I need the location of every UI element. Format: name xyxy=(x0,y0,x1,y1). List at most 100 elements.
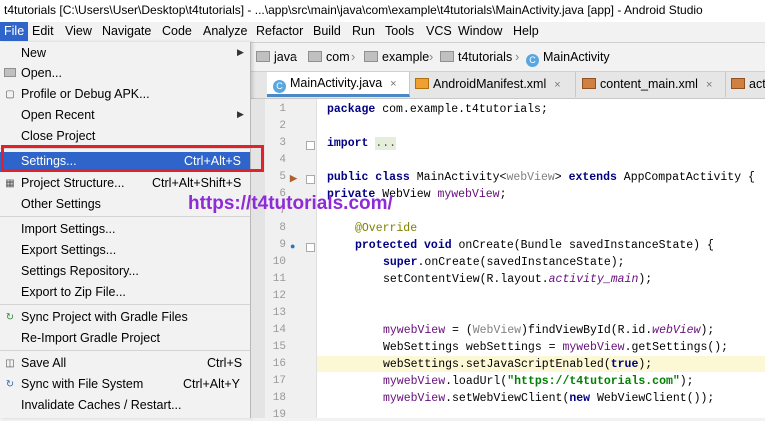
menu-item-export-zip[interactable]: Export to Zip File... xyxy=(0,283,250,303)
menu-item-sync-gradle[interactable]: ↻ Sync Project with Gradle Files xyxy=(0,308,250,328)
menu-item-project-structure[interactable]: ▦ Project Structure... Ctrl+Alt+Shift+S xyxy=(0,174,250,194)
tab-label: activ xyxy=(749,77,765,91)
menu-item-label: Sync Project with Gradle Files xyxy=(21,310,188,324)
folder-icon xyxy=(440,51,454,62)
line-number: 17 xyxy=(272,375,286,387)
menu-item-open-recent[interactable]: Open Recent ▶ xyxy=(0,106,250,126)
fold-toggle[interactable] xyxy=(306,243,315,252)
menu-item-label: Settings... xyxy=(21,154,77,168)
menu-item-import-settings[interactable]: Import Settings... xyxy=(0,220,250,240)
menu-item-new[interactable]: New ▶ xyxy=(0,44,250,64)
code-line: public class MainActivity<webView> exten… xyxy=(327,171,755,184)
submenu-arrow-icon: ▶ xyxy=(237,47,244,57)
menu-item-export-settings[interactable]: Export Settings... xyxy=(0,241,250,261)
menu-edit[interactable]: Edit xyxy=(32,24,54,38)
menu-item-invalidate-caches[interactable]: Invalidate Caches / Restart... xyxy=(0,396,250,416)
code-line: import ... xyxy=(327,137,397,150)
layout-file-icon xyxy=(582,78,596,89)
menu-separator xyxy=(0,304,250,305)
crumb-t4tutorials[interactable]: t4tutorials xyxy=(440,50,512,64)
menu-refactor[interactable]: Refactor xyxy=(256,24,303,38)
shortcut-label: Ctrl+Alt+S xyxy=(184,154,241,168)
line-number: 1 xyxy=(279,103,286,115)
layout-file-icon xyxy=(731,78,745,89)
menu-item-label: Re-Import Gradle Project xyxy=(21,331,160,345)
close-icon[interactable]: × xyxy=(390,78,396,90)
crumb-example[interactable]: example xyxy=(364,50,429,64)
chevron-right-icon: › xyxy=(351,49,356,64)
run-gutter-icon[interactable]: ▶ xyxy=(290,173,297,184)
crumb-com[interactable]: com xyxy=(308,50,350,64)
menu-vcs[interactable]: VCS xyxy=(426,24,452,38)
tab-mainactivity[interactable]: C MainActivity.java × xyxy=(267,72,410,97)
menu-item-label: Profile or Debug APK... xyxy=(21,87,150,101)
tab-activity[interactable]: activ xyxy=(725,72,765,97)
menu-item-settings[interactable]: Settings... Ctrl+Alt+S xyxy=(0,152,250,172)
menu-file[interactable]: File xyxy=(0,22,29,41)
menu-item-reimport-gradle[interactable]: Re-Import Gradle Project xyxy=(0,329,250,349)
line-number: 19 xyxy=(272,409,286,421)
menu-item-label: Import Settings... xyxy=(21,222,116,236)
line-number: 11 xyxy=(272,273,286,285)
crumb-java[interactable]: java xyxy=(256,50,297,64)
shortcut-label: Ctrl+Alt+Shift+S xyxy=(152,176,242,190)
sync-icon: ↻ xyxy=(5,379,15,390)
menu-navigate[interactable]: Navigate xyxy=(102,24,151,38)
menu-item-sync-file-system[interactable]: ↻ Sync with File System Ctrl+Alt+Y xyxy=(0,375,250,395)
code-line: webSettings.setJavaScriptEnabled(true); xyxy=(383,358,653,371)
save-icon: ◫ xyxy=(5,358,15,369)
menu-window[interactable]: Window xyxy=(458,24,502,38)
menu-code[interactable]: Code xyxy=(162,24,192,38)
tab-androidmanifest[interactable]: AndroidManifest.xml × xyxy=(409,72,576,97)
menu-build[interactable]: Build xyxy=(313,24,341,38)
code-line: WebSettings webSettings = mywebView.getS… xyxy=(383,341,729,354)
menu-item-label: Open Recent xyxy=(21,108,95,122)
window-titlebar: t4tutorials [C:\Users\User\Desktop\t4tut… xyxy=(0,0,765,23)
menu-item-open[interactable]: Open... xyxy=(0,64,250,84)
tab-content-main[interactable]: content_main.xml × xyxy=(576,72,726,97)
menu-item-save-all[interactable]: ◫ Save All Ctrl+S xyxy=(0,354,250,374)
fold-toggle[interactable] xyxy=(306,141,315,150)
shortcut-label: Ctrl+Alt+Y xyxy=(183,377,240,391)
menu-item-label: New xyxy=(21,46,47,60)
window-title: t4tutorials [C:\Users\User\Desktop\t4tut… xyxy=(4,3,703,17)
menu-separator xyxy=(0,350,250,351)
menu-item-close-project[interactable]: Close Project xyxy=(0,127,250,147)
line-number: 14 xyxy=(272,324,286,336)
menu-separator xyxy=(0,216,250,217)
menu-analyze[interactable]: Analyze xyxy=(203,24,247,38)
menu-item-profile-debug-apk[interactable]: ▢ Profile or Debug APK... xyxy=(0,85,250,105)
folder-open-icon xyxy=(4,68,16,80)
menu-item-label: Open... xyxy=(21,66,62,80)
folder-icon xyxy=(256,51,270,62)
menu-help[interactable]: Help xyxy=(513,24,539,38)
menu-view[interactable]: View xyxy=(65,24,92,38)
chevron-right-icon: › xyxy=(515,49,520,64)
line-number: 13 xyxy=(272,307,286,319)
menu-item-label: Save All xyxy=(21,356,67,370)
menu-item-settings-repository[interactable]: Settings Repository... xyxy=(0,262,250,282)
file-menu-dropdown: New ▶ Open... ▢ Profile or Debug APK... … xyxy=(0,42,251,418)
menu-item-label: Sync with File System xyxy=(21,377,144,391)
crumb-mainactivity[interactable]: C MainActivity xyxy=(526,50,610,67)
breadcrumb: java › com › example › t4tutorials › C Ma… xyxy=(250,43,765,72)
editor-tabs: C MainActivity.java × AndroidManifest.xml ×… xyxy=(250,72,765,99)
fold-toggle[interactable] xyxy=(306,175,315,184)
line-number: 8 xyxy=(279,222,286,234)
menu-scroll-shadow xyxy=(251,99,265,418)
line-number: 12 xyxy=(272,290,286,302)
class-icon: C xyxy=(526,54,539,67)
menu-item-label: Close Project xyxy=(21,129,96,143)
code-line: mywebView = (WebView)findViewById(R.id.w… xyxy=(383,324,715,337)
menu-separator xyxy=(0,148,250,149)
close-icon[interactable]: × xyxy=(706,79,712,91)
line-number: 9 xyxy=(279,239,286,251)
close-icon[interactable]: × xyxy=(554,79,560,91)
code-line: super.onCreate(savedInstanceState); xyxy=(383,256,625,269)
line-number: 15 xyxy=(272,341,286,353)
override-gutter-icon[interactable]: ● xyxy=(290,241,295,251)
submenu-arrow-icon: ▶ xyxy=(237,109,244,119)
menu-tools[interactable]: Tools xyxy=(385,24,414,38)
tab-label: content_main.xml xyxy=(600,77,698,91)
menu-run[interactable]: Run xyxy=(352,24,375,38)
